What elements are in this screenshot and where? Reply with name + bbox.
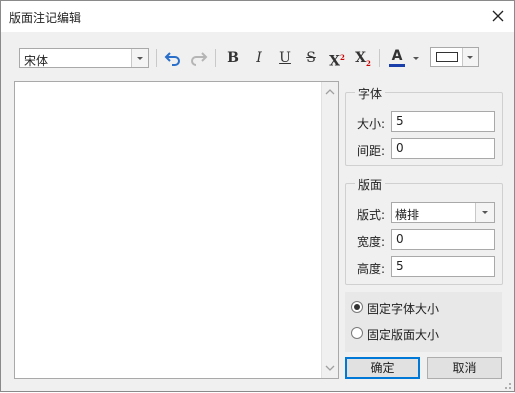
font-family-value: 宋体 [24, 54, 49, 68]
toolbar-separator [379, 49, 380, 67]
superscript-label: X [329, 53, 340, 70]
chevron-down-icon[interactable] [131, 49, 148, 67]
underline-button[interactable]: U [274, 47, 296, 69]
size-input[interactable]: 5 [391, 111, 495, 132]
font-family-select[interactable]: 宋体 [19, 48, 149, 68]
height-label: 高度: [357, 262, 386, 276]
superscript-button[interactable]: X2 [326, 47, 348, 70]
bold-button[interactable]: B [222, 47, 244, 69]
undo-icon[interactable] [162, 47, 184, 69]
ok-button[interactable]: 确定 [345, 357, 420, 379]
chevron-down-icon[interactable] [462, 48, 478, 66]
text-editor[interactable] [14, 81, 339, 379]
resize-grip-icon[interactable] [502, 379, 512, 389]
close-icon[interactable] [487, 6, 509, 26]
vertical-scrollbar[interactable] [321, 82, 338, 378]
toolbar-separator [215, 49, 216, 67]
font-color-icon[interactable]: A [386, 47, 408, 69]
border-style-select[interactable] [430, 47, 479, 67]
chevron-down-icon[interactable] [409, 47, 423, 69]
chevron-up-icon[interactable] [322, 84, 338, 100]
layout-style-value: 横排 [395, 208, 420, 222]
font-color-swatch [389, 64, 405, 67]
toolbar-separator [156, 49, 157, 67]
redo-icon[interactable] [188, 47, 210, 69]
width-input[interactable]: 0 [391, 229, 495, 250]
font-color-label: A [391, 48, 403, 64]
spacing-input[interactable]: 0 [391, 138, 495, 159]
layout-style-select[interactable]: 横排 [391, 202, 495, 223]
layout-group-title: 版面 [355, 176, 386, 193]
title-bar: 版面注记编辑 [1, 1, 514, 32]
strikethrough-button[interactable]: S [300, 47, 322, 69]
font-group-title: 字体 [355, 85, 386, 102]
height-input[interactable]: 5 [391, 256, 495, 277]
annotation-edit-dialog: 版面注记编辑 宋体 B I U S X2 X2 A 字体 大小: 5 间距: 0… [0, 0, 515, 392]
width-label: 宽度: [357, 235, 386, 249]
fixed-layout-size-label[interactable]: 固定版面大小 [367, 326, 439, 343]
italic-button[interactable]: I [248, 47, 270, 69]
layout-style-label: 版式: [357, 208, 386, 222]
cancel-button[interactable]: 取消 [427, 357, 502, 379]
size-label: 大小: [357, 117, 386, 131]
chevron-down-icon[interactable] [322, 360, 338, 376]
window-title: 版面注记编辑 [9, 11, 82, 25]
fixed-layout-size-radio[interactable] [351, 327, 363, 339]
fixed-font-size-label[interactable]: 固定字体大小 [367, 300, 439, 317]
subscript-label: X [355, 50, 366, 66]
spacing-label: 间距: [357, 144, 386, 158]
fixed-font-size-radio[interactable] [351, 301, 363, 313]
subscript-button[interactable]: X2 [352, 47, 374, 69]
chevron-down-icon[interactable] [475, 203, 494, 222]
border-style-icon [436, 52, 458, 62]
